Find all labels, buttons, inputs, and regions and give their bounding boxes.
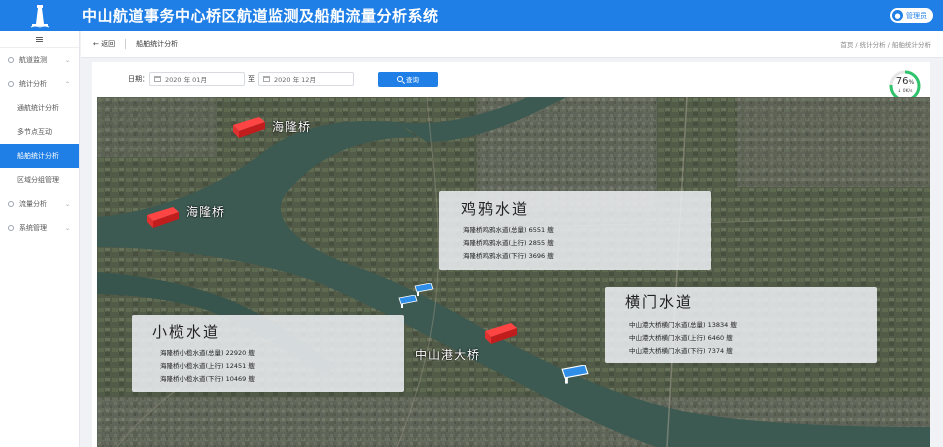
bridge-label: 中山港大桥: [415, 348, 481, 362]
range-separator: 至: [248, 75, 255, 83]
map-background: [97, 97, 930, 447]
area-card-hengmen[interactable]: 横门水道 中山港大桥横门水道(总量) 13834 艘 中山港大桥横门水道(上行)…: [605, 287, 877, 363]
area-card-jiya[interactable]: 鸡鸦水道 海隆桥鸡鸦水道(总量) 6551 艘 海隆桥鸡鸦水道(上行) 2855…: [439, 191, 711, 270]
divider: [125, 39, 127, 49]
area-title: 鸡鸦水道: [461, 200, 530, 218]
start-date-input[interactable]: 2020 年 01月: [149, 72, 245, 86]
calendar-icon: [154, 76, 161, 82]
sidebar-subitem-traffic-stats[interactable]: 通航统计分析: [0, 96, 79, 120]
calendar-icon: [263, 76, 270, 82]
end-date-input[interactable]: 2020 年 12月: [258, 72, 354, 86]
query-button-label: 查询: [406, 76, 419, 84]
chevron-down-icon: ⌄: [64, 224, 70, 232]
back-button[interactable]: ← 返回: [93, 39, 115, 49]
chevron-up-icon: ⌃: [64, 80, 70, 88]
system-title: 中山航道事务中心桥区航道监测及船舶流量分析系统: [82, 7, 439, 25]
bridge-icon[interactable]: [233, 117, 265, 139]
breadcrumb-bar: ← 返回 船舶统计分析 首页 / 统计分析 / 船舶统计分析: [81, 31, 943, 58]
area-stat-total: 海隆桥小榄水道(总量) 22920 艘: [160, 349, 255, 357]
area-stat-up: 中山港大桥横门水道(上行) 6460 艘: [629, 334, 733, 342]
sidebar-item-label: 流量分析: [19, 200, 47, 208]
date-label: 日期：: [128, 75, 149, 83]
sidebar-subitem-multi-node[interactable]: 多节点互动: [0, 120, 79, 144]
camera-icon[interactable]: [559, 365, 591, 385]
query-button[interactable]: 查询: [378, 71, 438, 87]
area-stat-down: 海隆桥小榄水道(下行) 10469 艘: [160, 375, 255, 383]
tab-ship-stats[interactable]: 船舶统计分析: [136, 39, 178, 49]
gauge-rate: ↓ 0K/s: [897, 89, 913, 94]
user-menu[interactable]: ● 管理员: [890, 8, 933, 23]
menu-dot-icon: [8, 81, 14, 87]
sidebar-subitem-ship-stats[interactable]: 船舶统计分析: [0, 144, 79, 168]
menu-toggle-icon[interactable]: ≡: [0, 31, 79, 48]
sidebar-item-statistics[interactable]: 统计分析 ⌃: [0, 72, 79, 96]
start-date-value: 2020 年 01月: [165, 76, 207, 84]
camera-icon[interactable]: [397, 295, 419, 309]
sidebar-item-channel-monitor[interactable]: 航道监测 ⌄: [0, 48, 79, 72]
app-header: 中山航道事务中心桥区航道监测及船舶流量分析系统 ● 管理员: [0, 0, 943, 31]
area-stat-up: 海隆桥小榄水道(上行) 12451 艘: [160, 362, 255, 370]
area-stat-total: 海隆桥鸡鸦水道(总量) 6551 艘: [463, 226, 554, 234]
bridge-icon[interactable]: [147, 207, 179, 229]
area-stat-total: 中山港大桥横门水道(总量) 13834 艘: [629, 321, 737, 329]
bridge-label: 海隆桥: [186, 205, 226, 219]
area-card-xiaolan[interactable]: 小榄水道 海隆桥小榄水道(总量) 22920 艘 海隆桥小榄水道(上行) 124…: [132, 315, 404, 392]
bridge-icon[interactable]: [485, 323, 517, 345]
area-title: 横门水道: [625, 293, 694, 311]
chevron-down-icon: ⌄: [64, 56, 70, 64]
menu-dot-icon: [8, 225, 14, 231]
user-icon: ●: [892, 10, 903, 21]
area-stat-down: 海隆桥鸡鸦水道(下行) 3696 艘: [463, 252, 554, 260]
user-name: 管理员: [906, 11, 927, 20]
sidebar-item-system-admin[interactable]: 系统管理 ⌄: [0, 216, 79, 240]
end-date-value: 2020 年 12月: [274, 76, 316, 84]
sidebar-item-flow-analysis[interactable]: 流量分析 ⌄: [0, 192, 79, 216]
area-title: 小榄水道: [152, 323, 221, 341]
sidebar-item-label: 统计分析: [19, 80, 47, 88]
logo: [0, 0, 80, 31]
satellite-map[interactable]: 海隆桥 海隆桥 中山港大桥 鸡鸦水道 海隆桥鸡鸦水道(总量) 6551 艘 海隆…: [97, 97, 930, 447]
breadcrumb: 首页 / 统计分析 / 船舶统计分析: [840, 41, 931, 49]
sidebar: ≡ 航道监测 ⌄ 统计分析 ⌃ 通航统计分析 多节点互动 船舶统计分析 区域分组…: [0, 31, 80, 447]
search-icon: [397, 76, 403, 82]
main-panel: 日期： 2020 年 01月 至 2020 年 12月 查询 76% ↓ 0K/…: [92, 62, 930, 447]
menu-dot-icon: [8, 201, 14, 207]
sidebar-item-label: 航道监测: [19, 56, 47, 64]
area-stat-down: 中山港大桥横门水道(下行) 7374 艘: [629, 347, 733, 355]
sidebar-subitem-area-groups[interactable]: 区域分组管理: [0, 168, 79, 192]
date-filter: 日期： 2020 年 01月 至 2020 年 12月 查询: [92, 62, 930, 96]
sidebar-item-label: 系统管理: [19, 224, 47, 232]
lighthouse-icon: [30, 4, 50, 28]
bridge-label: 海隆桥: [272, 120, 312, 134]
gauge-value: 76%: [895, 76, 915, 87]
menu-dot-icon: [8, 57, 14, 63]
area-stat-up: 海隆桥鸡鸦水道(上行) 2855 艘: [463, 239, 554, 247]
chevron-down-icon: ⌄: [64, 200, 70, 208]
